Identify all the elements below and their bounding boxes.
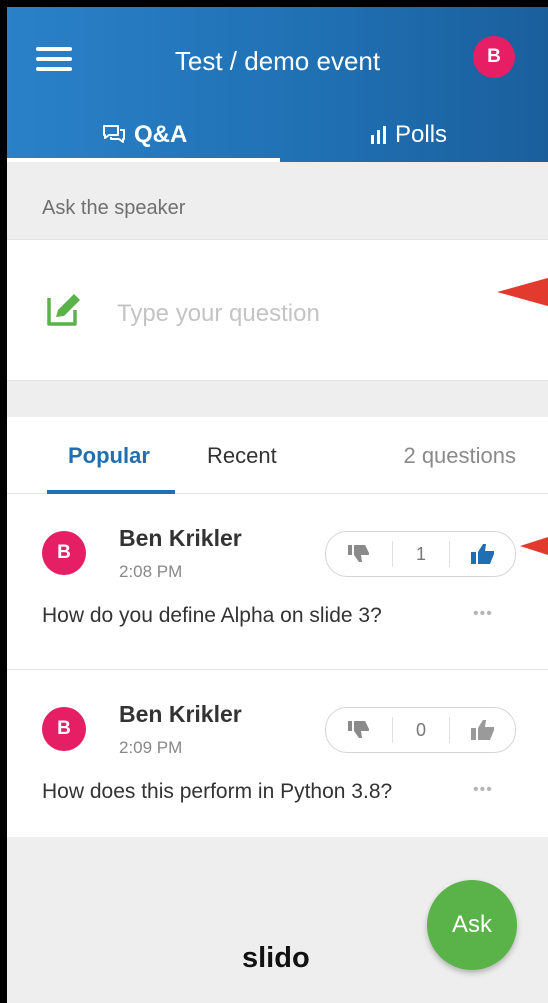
active-tab-indicator bbox=[7, 158, 280, 162]
bar-chart-icon bbox=[371, 126, 386, 144]
author-name: Ben Krikler bbox=[119, 701, 242, 727]
header: Test / demo event B Q&A Polls bbox=[7, 7, 548, 162]
tab-qa[interactable]: Q&A bbox=[102, 115, 187, 155]
thumbs-up-glyph bbox=[470, 720, 494, 740]
vote-control: 0 bbox=[325, 707, 516, 753]
thumbs-up-icon[interactable] bbox=[450, 532, 515, 576]
event-title: Test / demo event bbox=[174, 46, 381, 76]
more-options-icon[interactable]: ••• bbox=[473, 605, 493, 623]
question-input[interactable]: Type your question bbox=[7, 239, 548, 381]
thumbs-up-glyph bbox=[470, 544, 494, 564]
tab-recent[interactable]: Recent bbox=[207, 443, 277, 469]
edit-icon bbox=[47, 294, 80, 326]
user-avatar[interactable]: B bbox=[473, 36, 515, 78]
question-time: 2:08 PM bbox=[119, 562, 183, 581]
question-item: B Ben Krikler 2:09 PM 0 How does this pe… bbox=[7, 669, 548, 845]
thumbs-down-icon[interactable] bbox=[326, 708, 392, 752]
questions-count: 2 questions bbox=[403, 443, 516, 468]
question-text: How do you define Alpha on slide 3? bbox=[42, 604, 382, 627]
vote-count: 0 bbox=[392, 717, 450, 743]
author-avatar: B bbox=[42, 531, 86, 575]
chat-bubbles-icon bbox=[103, 125, 125, 143]
thumbs-down-glyph bbox=[348, 721, 369, 738]
question-placeholder: Type your question bbox=[117, 300, 320, 327]
app-window: Test / demo event B Q&A Polls Ask the sp… bbox=[7, 7, 548, 1003]
question-text: How does this perform in Python 3.8? bbox=[42, 780, 393, 803]
question-item: B Ben Krikler 2:08 PM 1 How do you defin… bbox=[7, 493, 548, 670]
more-options-icon[interactable]: ••• bbox=[473, 781, 493, 799]
ask-button[interactable]: Ask bbox=[427, 880, 517, 970]
author-name: Ben Krikler bbox=[119, 525, 242, 551]
thumbs-down-glyph bbox=[348, 545, 369, 562]
annotation-arrow-icon bbox=[520, 537, 548, 555]
question-time: 2:09 PM bbox=[119, 738, 183, 757]
ask-section-label: Ask the speaker bbox=[42, 197, 186, 219]
thumbs-down-icon[interactable] bbox=[326, 532, 392, 576]
questions-sort-tabs: Popular Recent 2 questions bbox=[7, 417, 548, 494]
vote-control: 1 bbox=[325, 531, 516, 577]
slido-logo: slido bbox=[242, 942, 310, 974]
tab-popular[interactable]: Popular bbox=[68, 443, 150, 469]
questions-panel: Popular Recent 2 questions B Ben Krikler… bbox=[7, 417, 548, 837]
tab-polls-label: Polls bbox=[395, 121, 448, 148]
vote-count: 1 bbox=[392, 541, 450, 567]
author-avatar: B bbox=[42, 707, 86, 751]
tab-polls[interactable]: Polls bbox=[371, 115, 447, 155]
tab-qa-label: Q&A bbox=[134, 121, 188, 148]
annotation-arrow-icon bbox=[497, 277, 548, 307]
thumbs-up-icon[interactable] bbox=[450, 708, 515, 752]
